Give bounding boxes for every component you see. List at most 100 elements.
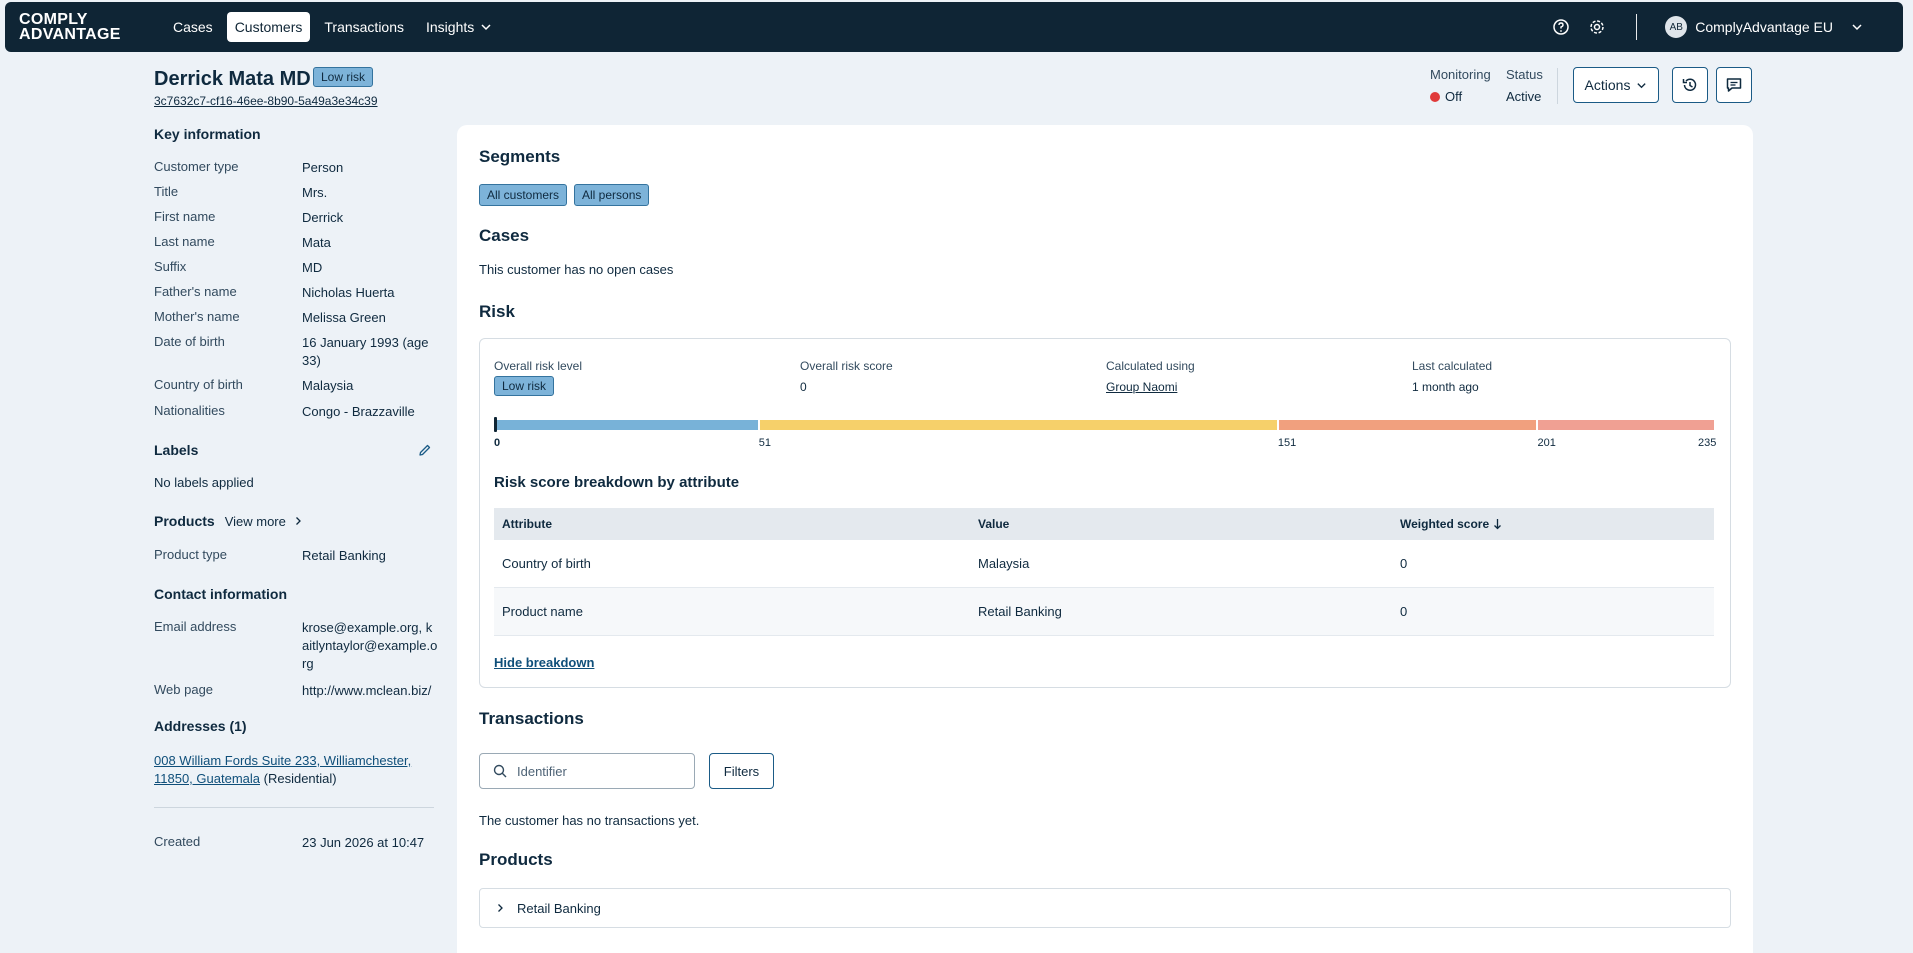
contact-title: Contact information xyxy=(154,586,287,602)
overall-risk-score-value: 0 xyxy=(800,380,807,394)
breakdown-title: Risk score breakdown by attribute xyxy=(494,474,740,491)
chevron-right-icon xyxy=(295,517,301,525)
labels-empty: No labels applied xyxy=(154,475,254,490)
key-info-row: First name Derrick xyxy=(154,209,436,227)
search-input[interactable] xyxy=(517,763,677,779)
gear-icon[interactable] xyxy=(1588,18,1606,36)
segment-chip-all-customers[interactable]: All customers xyxy=(479,184,568,206)
nav-item-insights-label: Insights xyxy=(426,19,475,35)
nav-item-transactions[interactable]: Transactions xyxy=(316,12,412,42)
cell-score: 0 xyxy=(1400,604,1408,619)
web-page-label: Web page xyxy=(154,682,214,697)
transactions-title: Transactions xyxy=(479,709,584,728)
top-nav: COMPLY ADVANTAGE Cases Customers Transac… xyxy=(5,2,1903,52)
view-more-label: View more xyxy=(224,513,286,529)
cell-attribute: Product name xyxy=(502,604,583,619)
actions-label: Actions xyxy=(1584,77,1631,93)
product-accordion-item[interactable]: Retail Banking xyxy=(479,888,1731,928)
risk-bar-tick: 0 xyxy=(494,437,501,449)
risk-bar-band xyxy=(1278,420,1537,430)
key-info-value: Congo - Brazzaville xyxy=(302,404,415,419)
key-info-row: Mother's name Melissa Green xyxy=(154,309,436,327)
chevron-down-icon[interactable] xyxy=(1851,21,1863,33)
cell-value: Malaysia xyxy=(978,556,1030,571)
addresses-title: Addresses (1) xyxy=(154,718,247,734)
key-info-value: 16 January 1993 (age 33) xyxy=(302,335,429,368)
search-icon xyxy=(493,764,507,778)
header-separator xyxy=(1557,68,1558,104)
key-info-value: Mata xyxy=(302,235,331,250)
calculated-using-link[interactable]: Group Naomi xyxy=(1106,380,1177,394)
key-info-row: Suffix MD xyxy=(154,259,436,277)
key-info-value: Malaysia xyxy=(302,378,354,393)
account-name[interactable]: ComplyAdvantage EU xyxy=(1695,19,1833,35)
column-header-attribute: Attribute xyxy=(502,517,552,531)
key-info-value: Mrs. xyxy=(302,185,328,200)
cases-empty: This customer has no open cases xyxy=(479,262,674,277)
logo[interactable]: COMPLY ADVANTAGE xyxy=(19,11,139,43)
cell-attribute: Country of birth xyxy=(502,556,591,571)
help-icon[interactable] xyxy=(1552,18,1570,36)
key-info-row: Date of birth 16 January 1993 (age 33) xyxy=(154,334,436,370)
created-value: 23 Jun 2026 at 10:47 xyxy=(302,835,425,850)
nav-separator xyxy=(1636,14,1638,40)
key-info-row: Title Mrs. xyxy=(154,184,436,202)
risk-bar-tick: 235 xyxy=(1698,437,1717,449)
products-main-title: Products xyxy=(479,850,553,869)
key-info-label: Suffix xyxy=(154,259,187,274)
key-info-value: MD xyxy=(302,260,323,275)
risk-score-marker xyxy=(494,417,497,432)
cell-score: 0 xyxy=(1400,556,1408,571)
risk-bar-tick: 151 xyxy=(1277,437,1297,449)
column-header-value: Value xyxy=(978,517,1010,531)
products-header: Products View more xyxy=(154,513,303,529)
address-block: 008 William Fords Suite 233, Williamches… xyxy=(154,752,424,788)
key-info-row: Last name Mata xyxy=(154,234,436,252)
logo-line-1: COMPLY xyxy=(19,11,88,28)
actions-button[interactable]: Actions xyxy=(1573,67,1659,103)
chevron-right-icon xyxy=(498,904,503,912)
cell-value: Retail Banking xyxy=(978,604,1062,619)
overall-risk-score-label: Overall risk score xyxy=(800,359,893,373)
status-label: Status xyxy=(1506,67,1543,82)
filters-button[interactable]: Filters xyxy=(709,753,774,789)
nav-right: AB ComplyAdvantage EU xyxy=(1534,14,1863,40)
column-header-weighted-score-label: Weighted score xyxy=(1400,517,1490,531)
transactions-empty: The customer has no transactions yet. xyxy=(479,813,700,828)
nav-item-cases[interactable]: Cases xyxy=(165,12,221,42)
nav-items: Cases Customers Transactions Insights xyxy=(165,12,500,42)
comment-icon xyxy=(1726,78,1742,92)
avatar[interactable]: AB xyxy=(1665,16,1688,38)
key-info-value: Derrick xyxy=(302,210,344,225)
key-info-row: Country of birth Malaysia xyxy=(154,377,436,395)
risk-badge: Low risk xyxy=(313,67,374,87)
last-calculated-value: 1 month ago xyxy=(1412,380,1479,394)
hide-breakdown-link[interactable]: Hide breakdown xyxy=(494,655,594,670)
chevron-down-icon xyxy=(1637,82,1647,88)
risk-bar-band xyxy=(1538,420,1714,430)
column-header-weighted-score[interactable]: Weighted score xyxy=(1400,517,1502,531)
monitoring-label: Monitoring xyxy=(1430,67,1491,82)
email-value: krose@example.org, kaitlyntaylor@example… xyxy=(302,620,438,671)
nav-item-insights[interactable]: Insights xyxy=(418,12,500,42)
last-calculated-label: Last calculated xyxy=(1412,359,1493,373)
table-row: Product name Retail Banking 0 xyxy=(494,588,1714,636)
customer-id[interactable]: 3c7632c7-cf16-46ee-8b90-5a49a3e34c39 xyxy=(154,94,378,108)
key-info-value: Person xyxy=(302,160,344,175)
history-button[interactable] xyxy=(1672,67,1708,103)
created-row: Created 23 Jun 2026 at 10:47 xyxy=(154,834,442,852)
key-info-label: First name xyxy=(154,209,216,224)
view-more-link[interactable]: View more xyxy=(225,514,303,529)
pencil-icon[interactable] xyxy=(418,443,432,457)
key-info-label: Father's name xyxy=(154,284,237,299)
comments-button[interactable] xyxy=(1716,67,1752,103)
risk-bar-band xyxy=(759,420,1277,430)
key-info-label: Date of birth xyxy=(154,334,225,349)
status-dot-icon xyxy=(1430,91,1440,102)
search-box[interactable] xyxy=(479,753,695,789)
web-page-value: http://www.mclean.biz/ xyxy=(302,683,432,698)
nav-item-customers[interactable]: Customers xyxy=(226,12,311,42)
segment-chip-all-persons[interactable]: All persons xyxy=(574,184,650,206)
risk-bar-band xyxy=(494,420,758,430)
product-type-row: Product type Retail Banking xyxy=(154,547,436,565)
